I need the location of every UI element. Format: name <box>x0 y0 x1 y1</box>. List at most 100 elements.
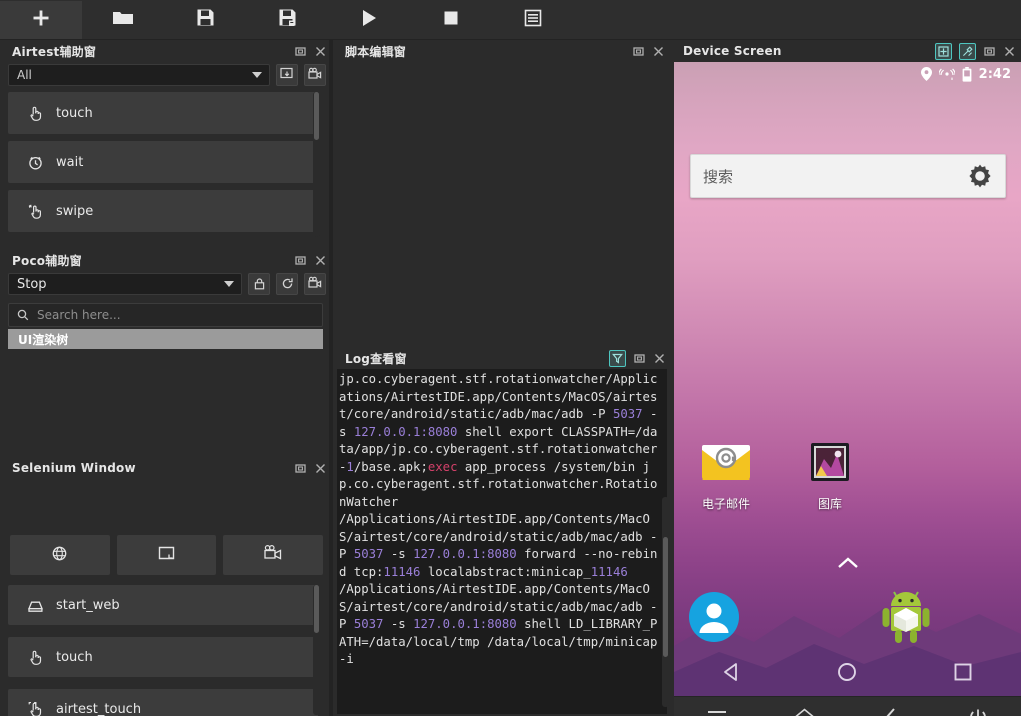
selenium-window-panel: Selenium Window start_web touch airtest_… <box>0 457 333 716</box>
float-icon[interactable] <box>632 45 645 58</box>
gear-icon[interactable] <box>967 163 993 189</box>
device-panel-title: Device Screen <box>683 44 782 58</box>
app-label: 电子邮件 <box>701 497 750 511</box>
log-filter-button[interactable] <box>609 349 626 368</box>
airtest-item-touch[interactable]: touch <box>8 92 318 134</box>
device-back-button[interactable] <box>871 702 911 716</box>
funnel-icon <box>612 349 623 368</box>
circle-icon <box>836 663 858 687</box>
app-drawer-chevron[interactable] <box>674 554 1021 573</box>
screen-icon <box>157 544 176 567</box>
poco-tree-item-root[interactable]: UI渲染树 <box>8 329 323 349</box>
selenium-item-label: start_web <box>56 597 120 613</box>
inspect-element-button[interactable] <box>935 42 952 60</box>
log-panel-title: Log查看窗 <box>345 351 407 366</box>
selenium-item-airtest-touch[interactable]: airtest_touch <box>8 689 318 716</box>
left-panel-column: Airtest辅助窗 All touch wait swipe Poco辅助窗 … <box>0 40 333 716</box>
selenium-panel-header: Selenium Window <box>0 457 333 479</box>
poco-assistant-panel: Poco辅助窗 Stop Search here... UI渲染树 <box>0 249 333 456</box>
close-icon[interactable] <box>314 254 327 267</box>
battery-icon <box>962 66 972 82</box>
float-icon[interactable] <box>294 254 307 267</box>
poco-panel-title: Poco辅助窗 <box>12 253 82 268</box>
airtest-item-swipe[interactable]: swipe <box>8 190 318 232</box>
close-icon[interactable] <box>314 45 327 58</box>
editor-panel-title: 脚本编辑窗 <box>345 44 407 59</box>
selenium-item-label: airtest_touch <box>56 701 142 716</box>
poco-mode-select[interactable]: Stop <box>8 273 242 295</box>
app-email[interactable]: 电子邮件 <box>696 442 756 512</box>
selenium-inspect-button[interactable] <box>116 535 217 575</box>
log-panel-header: Log查看窗 <box>333 347 671 369</box>
record-button[interactable] <box>304 64 326 86</box>
chevron-up-icon <box>837 554 859 573</box>
airtest-filter-select[interactable]: All <box>8 64 270 86</box>
poco-ui-tree: UI渲染树 <box>8 329 323 447</box>
snapshot-button[interactable] <box>276 64 298 86</box>
device-search-placeholder: 搜索 <box>703 167 734 186</box>
poco-record-button[interactable] <box>304 273 326 295</box>
airtest-item-wait[interactable]: wait <box>8 141 318 183</box>
android-recents-button[interactable] <box>952 661 974 687</box>
refresh-icon <box>281 275 294 294</box>
save-script-button[interactable] <box>164 1 246 39</box>
home-icon <box>794 707 815 716</box>
camera-icon <box>308 66 322 85</box>
stop-script-button[interactable] <box>410 1 492 39</box>
run-script-button[interactable] <box>328 1 410 39</box>
touch-icon <box>26 648 44 666</box>
save-as-button[interactable] <box>246 1 328 39</box>
wifi-icon <box>938 68 955 80</box>
device-home-button[interactable] <box>784 702 824 716</box>
device-screen-panel: Device Screen 2:42 搜索 电子邮件 图库 <box>671 40 1021 716</box>
device-search-widget[interactable]: 搜索 <box>690 154 1006 198</box>
device-power-button[interactable] <box>958 702 998 716</box>
device-menu-button[interactable] <box>697 702 737 716</box>
dock-contacts[interactable] <box>689 592 739 646</box>
chevron-down-icon <box>224 281 234 287</box>
float-icon[interactable] <box>294 45 307 58</box>
android-home-button[interactable] <box>836 661 858 687</box>
airtest-item-label: wait <box>56 154 84 170</box>
script-editor-area[interactable] <box>333 62 671 347</box>
dock-android-robot[interactable] <box>877 588 935 648</box>
new-script-button[interactable] <box>0 0 82 39</box>
selenium-item-start-web[interactable]: start_web <box>8 585 318 625</box>
close-icon[interactable] <box>1003 45 1016 58</box>
camera-icon <box>263 543 283 567</box>
android-nav-bar <box>674 652 1021 696</box>
android-back-button[interactable] <box>721 661 743 687</box>
hamburger-icon <box>706 708 728 716</box>
snapshot-icon <box>280 66 294 85</box>
selenium-record-button[interactable] <box>223 535 324 575</box>
selenium-browser-button[interactable] <box>10 535 110 575</box>
selenium-list-scrollbar[interactable] <box>313 585 320 715</box>
stop-icon <box>443 10 459 30</box>
contacts-icon <box>689 592 739 646</box>
device-settings-button[interactable] <box>959 42 976 60</box>
float-icon[interactable] <box>983 45 996 58</box>
lock-icon <box>253 275 266 294</box>
poco-search-input[interactable]: Search here... <box>8 303 323 327</box>
airtest-list-scrollbar[interactable] <box>313 92 320 237</box>
device-control-bar <box>674 696 1021 716</box>
close-icon[interactable] <box>653 352 666 365</box>
save-as-icon <box>278 8 297 31</box>
float-icon[interactable] <box>633 352 646 365</box>
view-report-button[interactable] <box>492 1 574 39</box>
float-icon[interactable] <box>294 462 307 475</box>
airtest-panel-header: Airtest辅助窗 <box>0 40 333 62</box>
android-robot-icon <box>877 591 935 648</box>
close-icon[interactable] <box>314 462 327 475</box>
device-mirror-area[interactable]: 2:42 搜索 电子邮件 图库 <box>674 62 1021 716</box>
close-icon[interactable] <box>652 45 665 58</box>
poco-refresh-button[interactable] <box>276 273 298 295</box>
selenium-item-touch[interactable]: touch <box>8 637 318 677</box>
open-script-button[interactable] <box>82 1 164 39</box>
app-gallery[interactable]: 图库 <box>800 442 860 512</box>
poco-lock-button[interactable] <box>248 273 270 295</box>
chevron-left-icon <box>883 707 899 716</box>
log-output-text[interactable]: jp.co.cyberagent.stf.rotationwatcher/App… <box>337 369 667 714</box>
log-scrollbar[interactable] <box>662 497 669 707</box>
airtest-item-label: swipe <box>56 203 94 219</box>
